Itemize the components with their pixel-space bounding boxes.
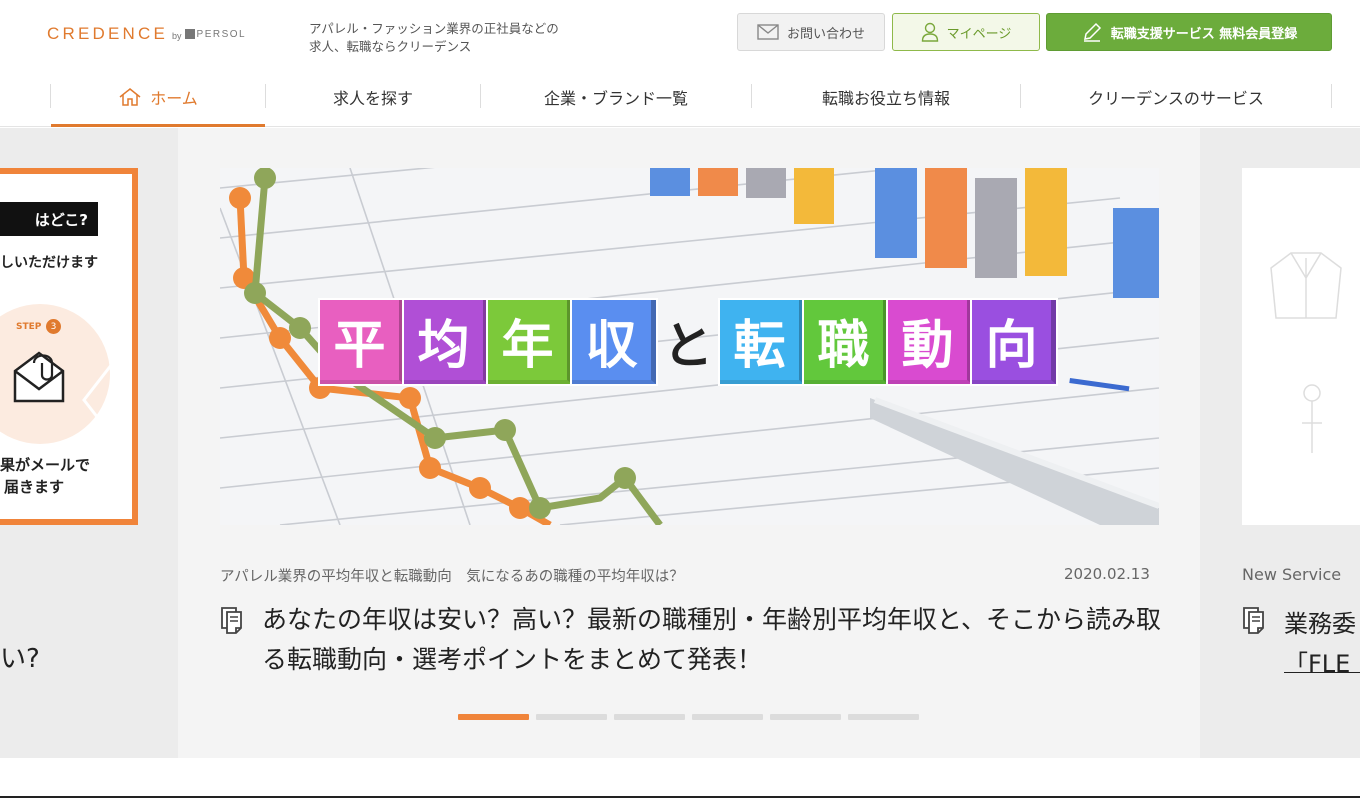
- carousel-indicator[interactable]: [770, 714, 841, 720]
- nav-item-companies[interactable]: 企業・ブランド一覧: [481, 68, 751, 126]
- mypage-label: マイページ: [946, 26, 1012, 42]
- nav-label-home: ホーム: [150, 89, 198, 108]
- banner-tile: 収: [572, 300, 656, 384]
- banner-tile: 年: [488, 300, 572, 384]
- carousel-next-arrow-icon[interactable]: [1258, 360, 1298, 440]
- carousel-indicator[interactable]: [536, 714, 607, 720]
- persol-mark-icon: [184, 29, 195, 39]
- pencil-icon: [1083, 22, 1101, 42]
- next-title-underline: [1284, 672, 1360, 673]
- banner-tile: 均: [404, 300, 488, 384]
- register-label: 転職支援サービス 無料会員登録: [1110, 26, 1298, 42]
- register-button[interactable]: 転職支援サービス 無料会員登録: [1046, 13, 1332, 51]
- logo-persol: PERSOL: [184, 29, 247, 40]
- carousel-indicator[interactable]: [848, 714, 919, 720]
- next-slide-category: New Service: [1242, 565, 1342, 584]
- step-label: STEP: [16, 322, 42, 332]
- carousel-prev-slide[interactable]: はどこ? しいただけます STEP 3 果がメールで 届きます い?: [0, 128, 178, 758]
- logo-wordmark: CREDENCE: [47, 24, 169, 43]
- banner-tile: 職: [804, 300, 888, 384]
- carousel-indicator[interactable]: [614, 714, 685, 720]
- banner-title-tiles: 平 均 年 収 と 転 職 動 向: [320, 300, 1056, 384]
- home-icon: [119, 88, 141, 106]
- tagline-line-2: 求人、転職ならクリーデンス: [309, 39, 472, 54]
- carousel-indicator[interactable]: [692, 714, 763, 720]
- nav-label-companies: 企業・ブランド一覧: [543, 89, 688, 108]
- next-slide-image: [1242, 168, 1360, 525]
- nav-label-career-info: 転職お役立ち情報: [821, 89, 950, 108]
- document-icon: [1243, 607, 1264, 634]
- envelope-icon: [13, 351, 65, 403]
- step-number: 3: [46, 319, 61, 334]
- banner-tile: 動: [888, 300, 972, 384]
- banner-tile-connector: と: [663, 317, 713, 375]
- nav-label-search-jobs: 求人を探す: [332, 89, 413, 108]
- jacket-illustration-icon: [1270, 252, 1342, 319]
- slide-category: アパレル業界の平均年収と転職動向 気になるあの職種の平均年収は？: [220, 569, 684, 585]
- document-icon: [221, 607, 242, 634]
- nav-item-home[interactable]: ホーム: [51, 68, 265, 127]
- mypage-button[interactable]: マイページ: [892, 13, 1040, 51]
- prev-slide-heading: はどこ?: [0, 202, 98, 236]
- tagline-line-1: アパレル・ファッション業界の正社員などの: [309, 21, 559, 36]
- nav-item-career-info[interactable]: 転職お役立ち情報: [752, 68, 1020, 126]
- site-header: CREDENCE by PERSOL アパレル・ファッション業界の正社員などの …: [0, 0, 1360, 68]
- prev-slide-text: しいただけます: [0, 255, 98, 271]
- logo-by: by: [172, 31, 182, 41]
- carousel-prev-arrow-icon[interactable]: [78, 360, 118, 440]
- site-tagline: アパレル・ファッション業界の正社員などの 求人、転職ならクリーデンス: [309, 20, 609, 56]
- banner-tile: 転: [720, 300, 804, 384]
- prev-slide-title: い?: [0, 644, 40, 674]
- slide-title-link[interactable]: あなたの年収は安い？高い？最新の職種別・年齢別平均年収と、そこから読み取る転職動…: [262, 600, 1162, 680]
- carousel-indicators: [458, 714, 926, 720]
- carousel-next-slide[interactable]: New Service 業務委 「FLE: [1200, 128, 1360, 758]
- feature-carousel: はどこ? しいただけます STEP 3 果がメールで 届きます い? 平 均 年…: [0, 128, 1360, 758]
- credence-logo[interactable]: CREDENCE by PERSOL: [47, 24, 246, 44]
- prev-slide-image: はどこ? しいただけます STEP 3 果がメールで 届きます: [0, 168, 138, 525]
- nav-item-search-jobs[interactable]: 求人を探す: [266, 68, 480, 126]
- nav-divider: [1331, 84, 1332, 108]
- slide-banner-image[interactable]: 平 均 年 収 と 転 職 動 向: [220, 168, 1159, 525]
- user-icon: [921, 22, 938, 42]
- slide-date: 2020.02.13: [1064, 565, 1150, 583]
- carousel-indicator[interactable]: [458, 714, 529, 720]
- contact-label: お問い合わせ: [786, 26, 865, 42]
- banner-tile: 平: [320, 300, 404, 384]
- carousel-current-slide[interactable]: 平 均 年 収 と 転 職 動 向 アパレル業界の平均年収と転職動向 気になるあ…: [178, 128, 1200, 758]
- nav-label-services: クリーデンスのサービス: [1088, 89, 1264, 108]
- banner-tile: 向: [972, 300, 1056, 384]
- global-nav: ホーム 求人を探す 企業・ブランド一覧 転職お役立ち情報 クリーデンスのサービス: [0, 68, 1360, 127]
- mail-icon: [757, 24, 779, 40]
- hanger-illustration-icon: [1302, 384, 1322, 453]
- prev-slide-text-2: 果がメールで 届きます: [0, 456, 91, 496]
- contact-button[interactable]: お問い合わせ: [737, 13, 885, 51]
- nav-item-services[interactable]: クリーデンスのサービス: [1021, 68, 1331, 126]
